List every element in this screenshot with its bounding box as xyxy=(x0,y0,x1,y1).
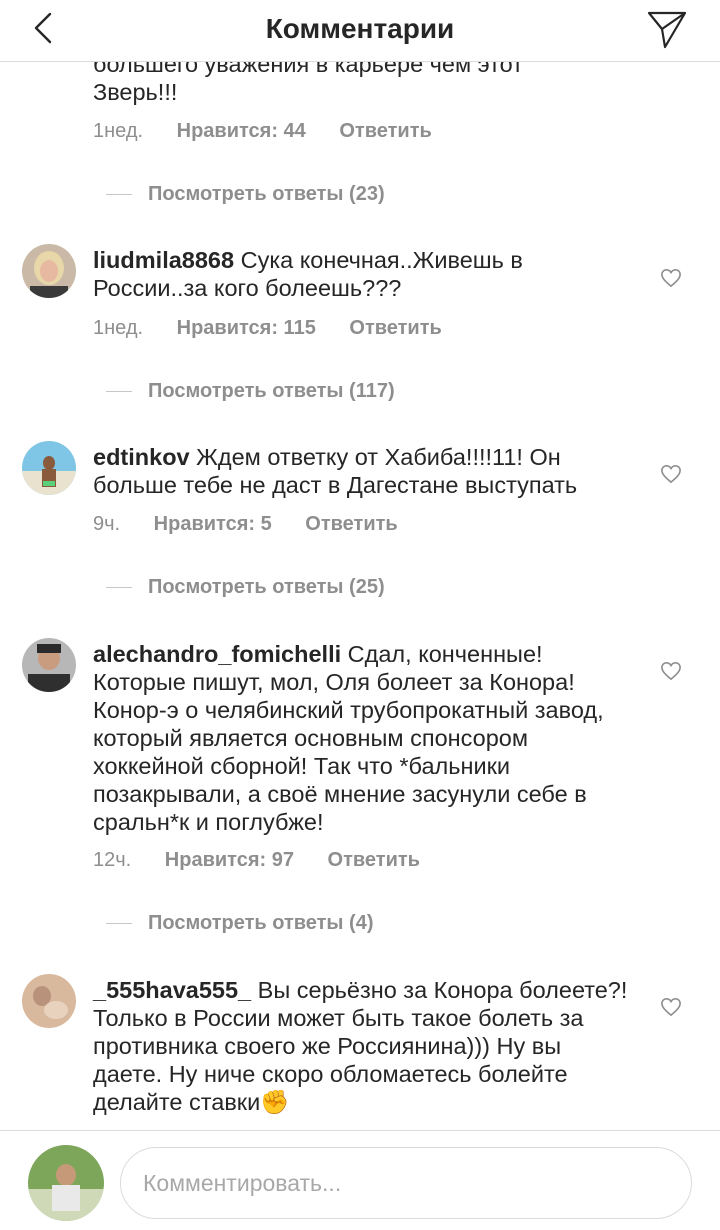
comment-username[interactable]: edtinkov xyxy=(93,444,190,470)
comment-meta: 1нед. Нравится: 115 Ответить xyxy=(93,317,470,340)
avatar[interactable] xyxy=(22,974,76,1028)
comment-body: Сдал, конченные! Которые пишут, мол, Оля… xyxy=(93,641,604,835)
comment-composer xyxy=(0,1130,720,1230)
comment-text: alechandro_fomichelli Сдал, конченные! К… xyxy=(93,640,633,836)
comment-text: liudmila8868 Сука конечная..Живешь в Рос… xyxy=(93,246,633,302)
paper-plane-icon[interactable] xyxy=(646,8,688,50)
divider xyxy=(106,587,132,589)
divider xyxy=(106,194,132,196)
reply-button[interactable]: Ответить xyxy=(339,120,431,142)
comment-text: _555hava555_ Вы серьёзно за Конора более… xyxy=(93,976,633,1116)
comment-username[interactable]: liudmila8868 xyxy=(93,247,234,273)
view-replies-label: Посмотреть ответы (117) xyxy=(148,380,395,402)
likes-count[interactable]: Нравится: 5 xyxy=(154,513,272,535)
heart-icon[interactable] xyxy=(660,661,682,681)
avatar[interactable] xyxy=(22,638,76,692)
comment-meta: 12ч. Нравится: 97 Ответить xyxy=(93,849,448,872)
comment-time: 1нед. xyxy=(93,317,144,339)
view-replies-label: Посмотреть ответы (25) xyxy=(148,576,385,598)
comment-username[interactable]: _555hava555_ xyxy=(93,977,251,1003)
view-replies-label: Посмотреть ответы (4) xyxy=(148,912,374,934)
reply-button[interactable]: Ответить xyxy=(328,849,420,871)
likes-count[interactable]: Нравится: 97 xyxy=(165,849,294,871)
view-replies-button[interactable]: Посмотреть ответы (117) xyxy=(106,380,395,403)
comments-feed[interactable]: большего уважения в карьере чем этот Зве… xyxy=(0,0,720,1130)
comment-time: 12ч. xyxy=(93,849,132,871)
view-replies-label: Посмотреть ответы (23) xyxy=(148,183,385,205)
comment-text: edtinkov Ждем ответку от Хабиба!!!!11! О… xyxy=(93,443,633,499)
heart-icon[interactable] xyxy=(660,464,682,484)
heart-icon[interactable] xyxy=(660,268,682,288)
comment-username[interactable]: alechandro_fomichelli xyxy=(93,641,341,667)
comment-time: 1нед. xyxy=(93,120,144,142)
page-title: Комментарии xyxy=(265,13,455,44)
avatar[interactable] xyxy=(22,441,76,495)
comment-input[interactable] xyxy=(120,1147,692,1219)
comment-meta: 1нед. Нравится: 44 Ответить xyxy=(93,120,460,143)
comment-meta: 9ч. Нравится: 5 Ответить xyxy=(93,513,426,536)
header-bar: Комментарии xyxy=(0,0,720,62)
likes-count[interactable]: Нравится: 115 xyxy=(177,317,316,339)
reply-button[interactable]: Ответить xyxy=(305,513,397,535)
fist-emoji: ✊ xyxy=(260,1089,290,1115)
likes-count[interactable]: Нравится: 44 xyxy=(177,120,306,142)
divider xyxy=(106,391,132,393)
divider xyxy=(106,923,132,925)
comment-text-line: Зверь!!! xyxy=(93,79,178,105)
current-user-avatar xyxy=(28,1145,104,1221)
view-replies-button[interactable]: Посмотреть ответы (4) xyxy=(106,912,374,935)
comment-time: 9ч. xyxy=(93,513,121,535)
view-replies-button[interactable]: Посмотреть ответы (23) xyxy=(106,183,385,206)
avatar[interactable] xyxy=(22,244,76,298)
heart-icon[interactable] xyxy=(660,997,682,1017)
reply-button[interactable]: Ответить xyxy=(349,317,441,339)
view-replies-button[interactable]: Посмотреть ответы (25) xyxy=(106,576,385,599)
